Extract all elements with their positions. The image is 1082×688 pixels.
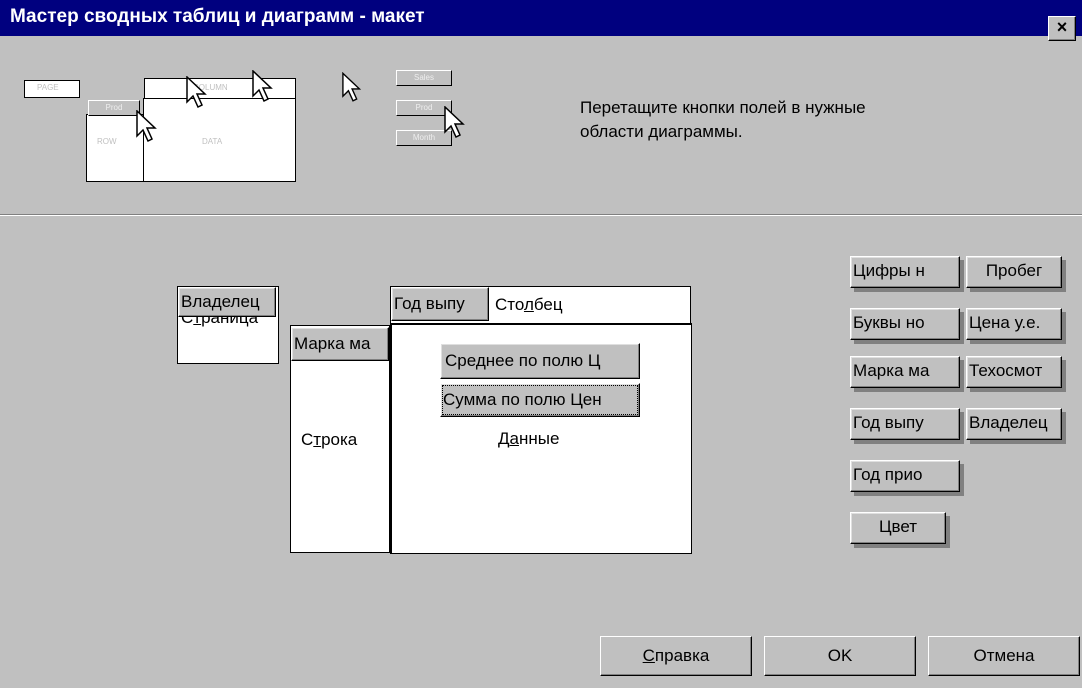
field-button-vladelets[interactable]: Владелец <box>966 408 1062 440</box>
instruction-text: Перетащите кнопки полей в нужные области… <box>580 98 866 141</box>
ok-button[interactable]: OK <box>764 636 916 676</box>
cancel-button[interactable]: Отмена <box>928 636 1080 676</box>
help-accel: С <box>642 646 655 665</box>
help-label: правка <box>654 646 710 665</box>
cursor-icon <box>342 72 362 102</box>
title-bar: Мастер сводных таблиц и диаграмм - макет <box>0 0 1082 36</box>
row-field-marka[interactable]: Марка ма <box>291 327 389 361</box>
field-button-tsvet[interactable]: Цвет <box>850 512 946 544</box>
column-label-part: бец <box>533 295 563 314</box>
field-button-tsifry-nomera[interactable]: Цифры н <box>850 256 960 288</box>
data-field-average-price[interactable]: Среднее по полю Ц <box>440 343 640 379</box>
field-button-tsena[interactable]: Цена у.е. <box>966 308 1062 340</box>
column-field-god-vypuska[interactable]: Год выпу <box>391 287 489 321</box>
page-field-vladelets[interactable]: Владелец <box>178 287 276 317</box>
row-label-accel: т <box>313 430 322 449</box>
row-label-part: С <box>301 430 314 449</box>
preview-data-label: DATA <box>202 137 223 146</box>
close-button[interactable]: × <box>1048 16 1076 41</box>
field-button-god-vypuska[interactable]: Год выпу <box>850 408 960 440</box>
cursor-icon <box>186 76 207 109</box>
preview-page-box: PAGE <box>24 80 80 98</box>
preview-data-box: DATA <box>143 98 296 182</box>
field-button-probeg[interactable]: Пробег <box>966 256 1062 288</box>
help-button[interactable]: Справка <box>600 636 752 676</box>
separator-highlight <box>0 215 1082 216</box>
cursor-icon <box>252 70 273 103</box>
data-area-label: Данные <box>498 429 559 449</box>
row-area-label: Строка <box>301 430 357 450</box>
column-label-part: Сто <box>495 295 524 314</box>
column-label-accel: л <box>523 295 534 314</box>
field-button-marka-mashiny[interactable]: Марка ма <box>850 356 960 388</box>
preview-prod-button: Prod <box>88 100 140 116</box>
column-area-label: Столбец <box>495 295 563 315</box>
row-label-part: рока <box>321 430 358 449</box>
field-button-god-priobreteniya[interactable]: Год прио <box>850 460 960 492</box>
cursor-icon <box>444 106 465 139</box>
data-label-part: нные <box>518 429 560 448</box>
wizard-preview: PAGE COLUMN DATA ROW Prod Sales Prod Mon… <box>20 70 500 200</box>
data-label-part: Д <box>498 429 510 448</box>
cursor-icon <box>136 110 157 143</box>
data-label-accel: а <box>509 429 519 448</box>
field-button-bukvy-nomera[interactable]: Буквы но <box>850 308 960 340</box>
data-field-sum-price[interactable]: Сумма по полю Цен <box>440 383 640 417</box>
preview-sales-button: Sales <box>396 70 452 86</box>
window-title: Мастер сводных таблиц и диаграмм - макет <box>10 6 425 27</box>
preview-row-label: ROW <box>97 137 117 146</box>
field-button-tekhosmotr[interactable]: Техосмот <box>966 356 1062 388</box>
preview-page-label: PAGE <box>37 83 59 92</box>
